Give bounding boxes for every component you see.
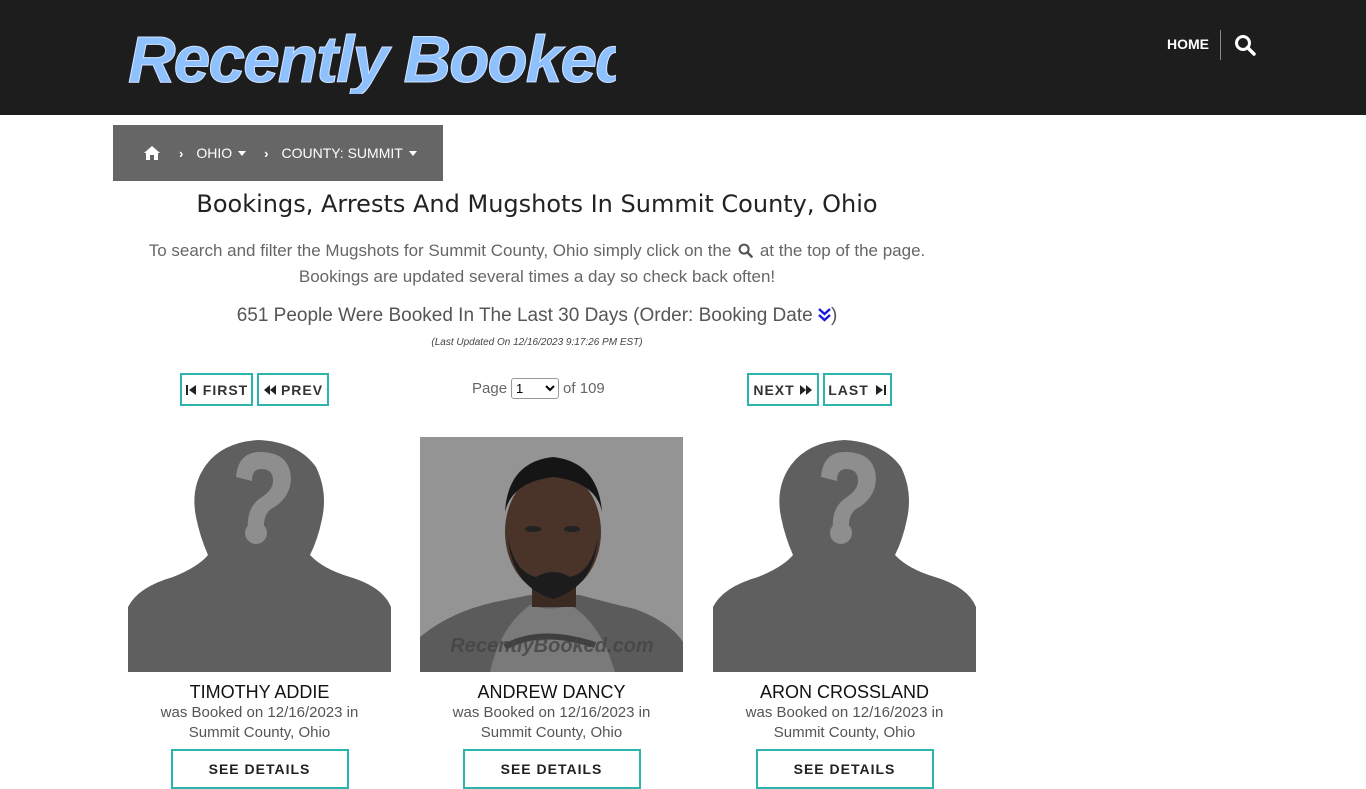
prev-page-label: PREV [280, 381, 324, 398]
booking-date-text: was Booked on 12/16/2023 in [160, 704, 359, 721]
caret-down-icon [408, 150, 417, 156]
booking-card[interactable]: ARON CROSSLAND was Booked on 12/16/2023 … [713, 437, 976, 789]
next-page-label: NEXT [753, 381, 795, 398]
see-details-button[interactable]: SEE DETAILS [170, 749, 349, 789]
watermark-text: RecentlyBooked.com [450, 635, 653, 657]
booking-count-close: ) [830, 305, 838, 326]
last-page-button[interactable]: LAST [823, 373, 892, 406]
booking-name: TIMOTHY ADDIE [189, 682, 330, 702]
site-logo[interactable]: Recently Booked [126, 18, 617, 95]
page-label: Page [472, 380, 508, 397]
page-title: Bookings, Arrests And Mugshots In Summit… [196, 190, 878, 218]
placeholder-silhouette-image[interactable] [128, 437, 391, 672]
first-page-button[interactable]: FIRST [180, 373, 253, 406]
site-header: Recently Booked HOME [0, 0, 1366, 115]
forward-icon [799, 384, 812, 395]
caret-down-icon [238, 150, 247, 156]
next-page-button[interactable]: NEXT [747, 373, 819, 406]
skip-first-icon [185, 384, 196, 395]
home-icon[interactable] [143, 145, 161, 161]
booking-location-text: Summit County, Ohio [188, 724, 331, 741]
intro-text: To search and filter the Mugshots for Su… [113, 238, 961, 290]
see-details-button[interactable]: SEE DETAILS [462, 749, 641, 789]
page-total: of 109 [563, 380, 605, 397]
booking-date-text: was Booked on 12/16/2023 in [452, 704, 651, 721]
backward-icon [263, 384, 276, 395]
booking-name: ARON CROSSLAND [759, 682, 930, 702]
breadcrumb-county-dropdown[interactable]: COUNTY: SUMMIT [281, 145, 417, 161]
booking-location-text: Summit County, Ohio [773, 724, 916, 741]
skip-last-icon [875, 384, 886, 395]
last-updated: (Last Updated On 12/16/2023 9:17:26 PM E… [431, 337, 643, 348]
page-indicator: Page 1 of 109 [472, 378, 605, 399]
chevron-right-icon: › [264, 145, 269, 161]
search-icon[interactable] [1234, 34, 1256, 56]
see-details-button[interactable]: SEE DETAILS [755, 749, 934, 789]
search-icon [738, 243, 753, 258]
booking-date-text: was Booked on 12/16/2023 in [745, 704, 944, 721]
logo-text: Recently Booked [128, 22, 616, 94]
breadcrumb: › OHIO › COUNTY: SUMMIT [113, 125, 443, 181]
booking-card[interactable]: RecentlyBooked.com ANDREW DANCY was Book… [420, 437, 683, 789]
last-page-label: LAST [828, 381, 869, 398]
mugshot-image[interactable]: RecentlyBooked.com [420, 437, 683, 672]
breadcrumb-state-label: OHIO [196, 145, 233, 161]
booking-name: ANDREW DANCY [477, 682, 626, 702]
prev-page-button[interactable]: PREV [257, 373, 329, 406]
breadcrumb-county-label: COUNTY: SUMMIT [281, 145, 403, 161]
nav-home-link[interactable]: HOME [1167, 36, 1209, 52]
first-page-label: FIRST [202, 381, 249, 398]
chevron-right-icon: › [179, 145, 184, 161]
booking-count: 651 People Were Booked In The Last 30 Da… [113, 305, 961, 327]
booking-location-text: Summit County, Ohio [480, 724, 623, 741]
intro-text-before: To search and filter the Mugshots for Su… [148, 241, 732, 260]
booking-card[interactable]: TIMOTHY ADDIE was Booked on 12/16/2023 i… [128, 437, 391, 789]
nav-divider [1220, 30, 1221, 60]
sort-order-icon[interactable] [818, 307, 831, 323]
placeholder-silhouette-image[interactable] [713, 437, 976, 672]
breadcrumb-state-dropdown[interactable]: OHIO [196, 145, 247, 161]
page-select[interactable]: 1 [511, 378, 560, 399]
booking-count-text: 651 People Were Booked In The Last 30 Da… [236, 305, 813, 326]
